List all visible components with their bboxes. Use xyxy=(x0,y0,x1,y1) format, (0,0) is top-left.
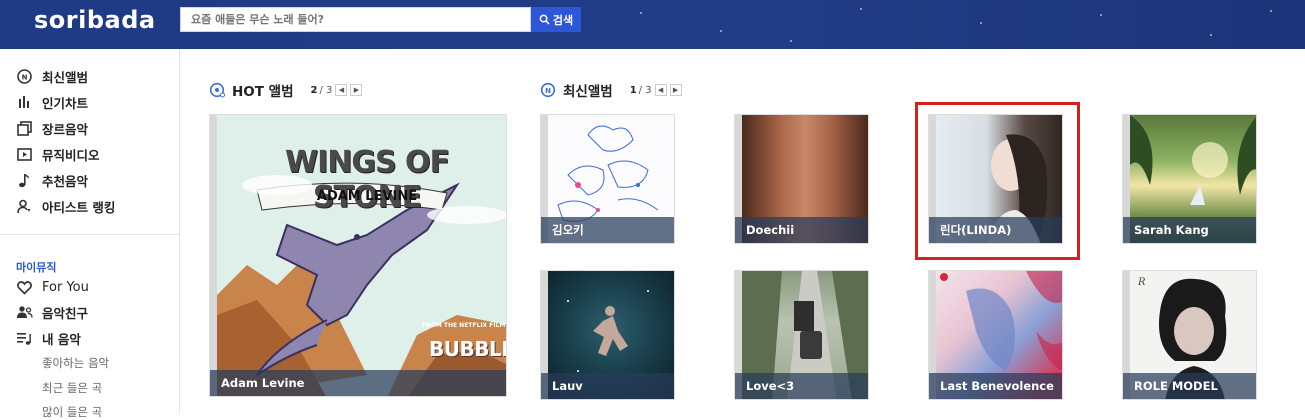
sidebar-item-label: 아티스트 랭킹 xyxy=(42,199,116,215)
album-card[interactable]: Doechii xyxy=(734,114,869,244)
sidebar-sub-item-recent[interactable]: 최근 들은 곡 xyxy=(42,380,102,396)
album-art-netflix: FROM THE NETFLIX FILM xyxy=(422,322,506,329)
album-caption: Love<3 xyxy=(735,373,868,399)
search-button-label: 검색 xyxy=(552,13,574,27)
friends-icon xyxy=(16,304,33,321)
artist-person-icon xyxy=(16,198,33,215)
sidebar-item-label: 최신앨범 xyxy=(42,69,89,85)
album-art-film: BUBBLE xyxy=(429,337,507,361)
album-caption: ROLE MODEL xyxy=(1123,373,1256,399)
new-album-icon: N xyxy=(16,68,33,85)
sidebar-item-label: 인기차트 xyxy=(42,95,89,111)
album-art: WINGS OF STONE ADAM LEVINE FROM THE NETF… xyxy=(217,115,506,396)
pager-prev-button[interactable]: ◀ xyxy=(335,84,348,96)
hot-album-pager: 2 / 3 ◀ ▶ xyxy=(311,84,363,96)
svg-text:N: N xyxy=(545,87,551,95)
album-card[interactable]: Lauv xyxy=(540,270,675,400)
sidebar-sub-item-liked[interactable]: 좋아하는 음악 xyxy=(42,355,109,371)
logo[interactable]: soribada xyxy=(34,6,156,34)
sidebar-item-label: 뮤직비디오 xyxy=(42,147,100,163)
pager-next-button[interactable]: ▶ xyxy=(669,84,682,96)
sidebar-item-artist-ranking[interactable]: 아티스트 랭킹 xyxy=(16,195,115,217)
sidebar: N 최신앨범 인기차트 장르음악 뮤직비디오 추천음악 아티스트 랭킹 마이뮤직… xyxy=(0,49,180,419)
svg-text:N: N xyxy=(22,73,28,81)
top-header: soribada 검색 xyxy=(0,0,1305,49)
album-art-artist: ADAM LEVINE xyxy=(316,189,418,204)
album-caption: Last Benevolence xyxy=(929,373,1062,399)
sidebar-item-music-friends[interactable]: 음악친구 xyxy=(16,301,88,323)
new-album-header: N 최신앨범 1 / 3 ◀ ▶ xyxy=(540,79,682,101)
album-caption: 김오키 xyxy=(541,217,674,243)
album-art-title: WINGS OF STONE xyxy=(284,145,450,215)
search-icon xyxy=(539,14,550,25)
album-card[interactable]: Love<3 xyxy=(734,270,869,400)
sidebar-item-genre[interactable]: 장르음악 xyxy=(16,117,88,139)
new-album-pager: 1 / 3 ◀ ▶ xyxy=(630,84,682,96)
hot-icon xyxy=(209,82,225,98)
pager-prev-button[interactable]: ◀ xyxy=(654,84,667,96)
sidebar-item-label: 음악친구 xyxy=(42,305,89,321)
sidebar-item-label: For You xyxy=(42,279,89,295)
genre-squares-icon xyxy=(16,120,33,137)
search-box[interactable] xyxy=(180,7,531,32)
sidebar-item-label: 장르음악 xyxy=(42,121,89,137)
album-card[interactable]: 김오키 xyxy=(540,114,675,244)
hot-album-card[interactable]: WINGS OF STONE ADAM LEVINE FROM THE NETF… xyxy=(209,114,507,397)
album-caption: Adam Levine xyxy=(210,370,506,396)
album-caption: Sarah Kang xyxy=(1123,217,1256,243)
album-card[interactable]: Last Benevolence xyxy=(928,270,1063,400)
sidebar-sub-item-most-played[interactable]: 많이 들은 곡 xyxy=(42,404,102,420)
pager-current: 2 xyxy=(310,84,318,96)
sidebar-item-label: 내 음악 xyxy=(42,331,81,347)
sidebar-item-chart[interactable]: 인기차트 xyxy=(16,91,88,113)
pager-current: 1 xyxy=(629,84,637,96)
svg-text:R: R xyxy=(1137,277,1146,288)
new-album-title: 최신앨범 xyxy=(563,84,613,100)
album-caption: Doechii xyxy=(735,217,868,243)
music-note-icon xyxy=(16,172,33,189)
sidebar-item-for-you[interactable]: For You xyxy=(16,276,89,298)
chart-bars-icon xyxy=(16,94,33,111)
album-card[interactable]: Sarah Kang xyxy=(1122,114,1257,244)
hot-album-title: HOT 앨범 xyxy=(232,84,294,100)
mymusic-heading: 마이뮤직 xyxy=(16,261,57,274)
sidebar-item-new-albums[interactable]: N 최신앨범 xyxy=(16,65,88,87)
sidebar-item-label: 추천음악 xyxy=(42,173,89,189)
pager-next-button[interactable]: ▶ xyxy=(350,84,363,96)
sidebar-item-my-music[interactable]: 내 음악 xyxy=(16,327,81,349)
video-play-icon xyxy=(16,146,33,163)
hot-album-header: HOT 앨범 2 / 3 ◀ ▶ xyxy=(209,79,363,101)
pager-total: / 3 xyxy=(319,84,333,96)
sidebar-divider xyxy=(0,234,180,235)
sidebar-item-recommend[interactable]: 추천음악 xyxy=(16,169,88,191)
sidebar-item-music-video[interactable]: 뮤직비디오 xyxy=(16,143,100,165)
new-album-icon: N xyxy=(540,82,556,98)
my-music-list-icon xyxy=(16,330,33,347)
album-card[interactable]: R ROLE MODEL xyxy=(1122,270,1257,400)
heart-icon xyxy=(16,279,33,296)
pager-total: / 3 xyxy=(638,84,652,96)
search-input[interactable] xyxy=(181,8,530,31)
search-button[interactable]: 검색 xyxy=(531,7,581,32)
album-caption: Lauv xyxy=(541,373,674,399)
selection-highlight xyxy=(915,102,1080,260)
